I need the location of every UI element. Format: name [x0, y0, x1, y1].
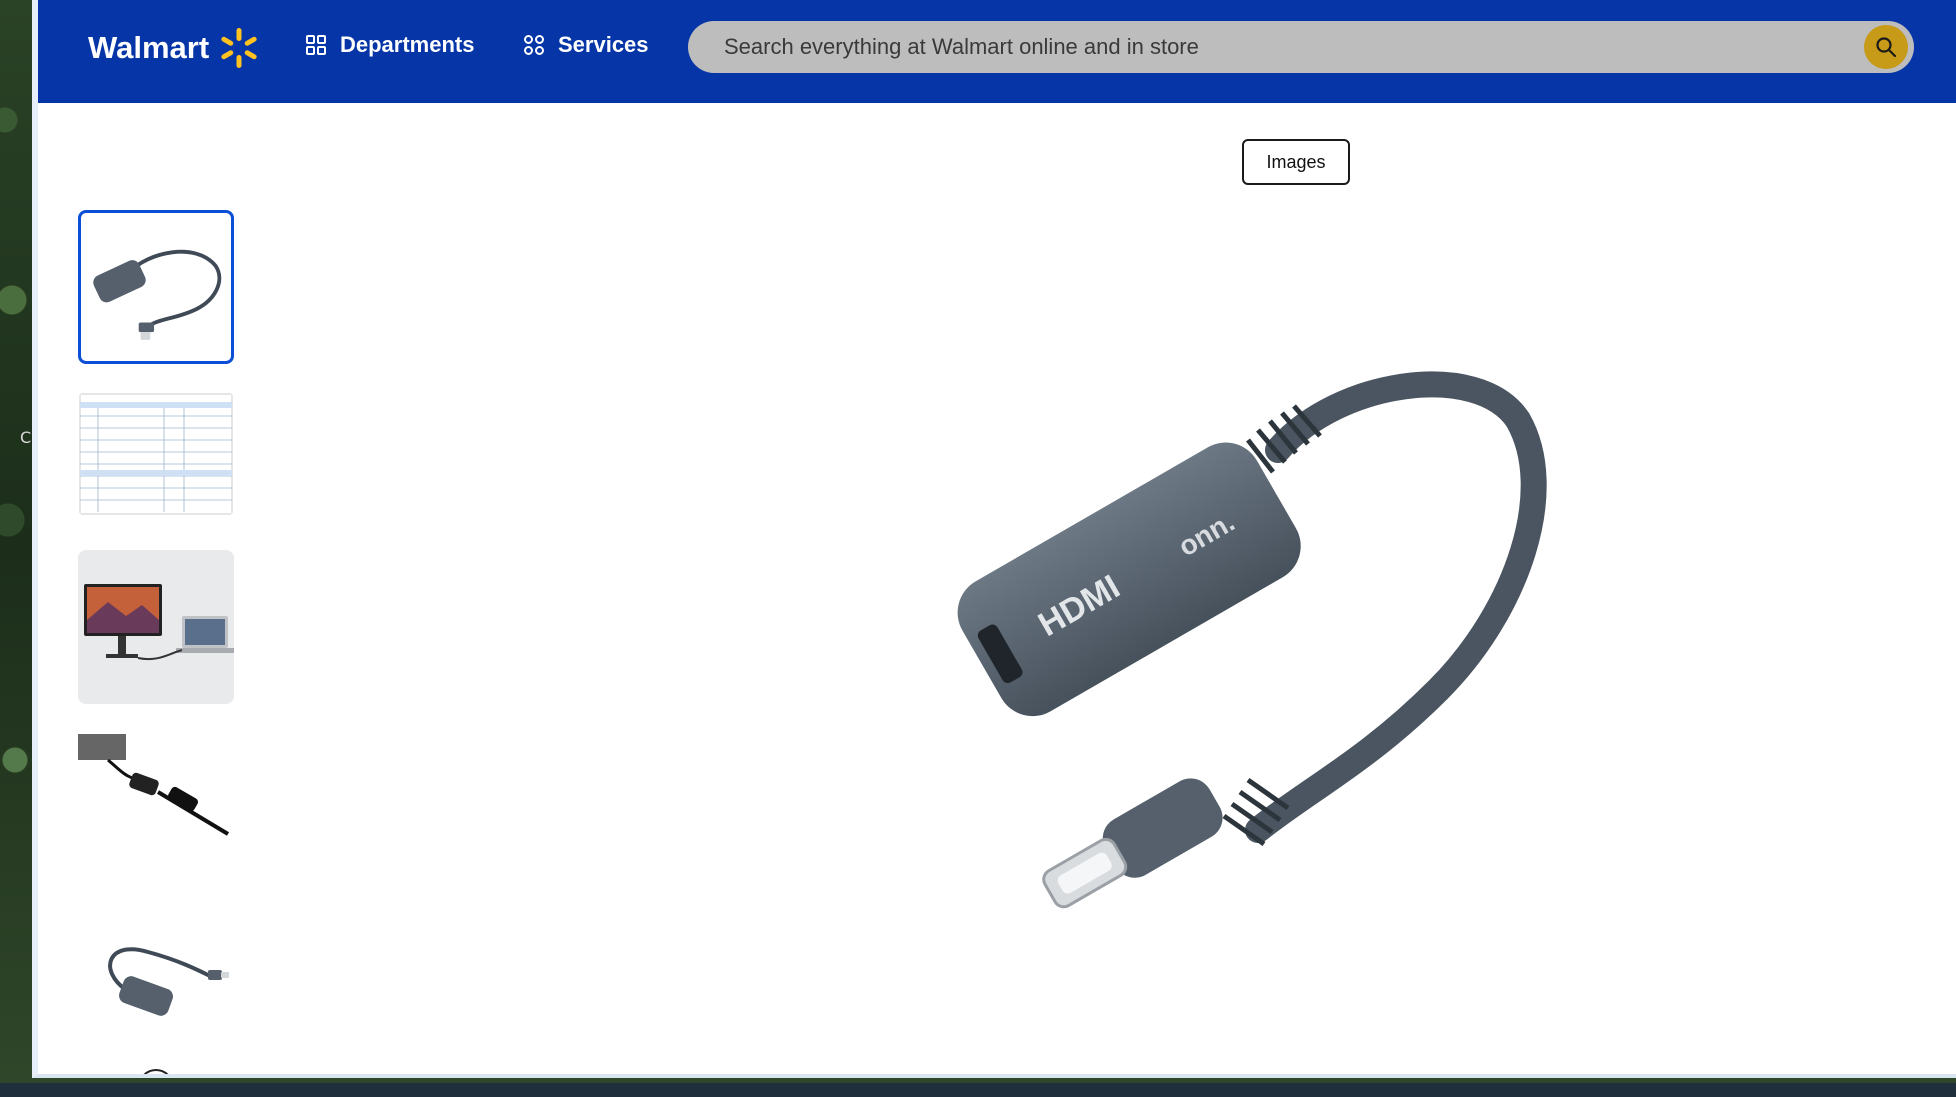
services-grid-icon — [524, 35, 544, 55]
desktop-icon-label: C — [20, 428, 32, 447]
brand-name: Walmart — [88, 30, 210, 65]
search-icon — [1876, 37, 1897, 58]
thumbnail-item[interactable] — [78, 890, 234, 1044]
search-input[interactable] — [688, 21, 1828, 73]
browser-window: Walmart Departments Services Search ever… — [32, 0, 1956, 1078]
hdmi-adapter-image: HDMI onn. — [957, 371, 1547, 909]
connected-adapter-thumbnail — [78, 734, 230, 836]
grid-icon — [306, 35, 326, 55]
thumbnail-item[interactable] — [78, 550, 234, 704]
more-thumbnails-button[interactable] — [138, 1069, 174, 1074]
departments-button[interactable]: Departments — [304, 32, 474, 58]
main-product-image: HDMI onn. — [918, 360, 1738, 940]
departments-label: Departments — [340, 32, 475, 57]
walmart-logo[interactable]: Walmart — [88, 26, 261, 70]
site-header: Walmart Departments Services Search ever… — [38, 0, 1956, 103]
images-tab[interactable]: Images — [1242, 139, 1350, 185]
thumbnail-item[interactable] — [78, 210, 234, 364]
taskbar — [0, 1083, 1956, 1097]
thumbnail-item[interactable] — [78, 392, 234, 516]
services-label: Services — [558, 32, 649, 57]
adapter-side-thumbnail — [108, 947, 229, 1016]
adapter-thumbnail-image — [93, 249, 222, 340]
thumbnail-item[interactable] — [78, 720, 234, 874]
spark-icon — [221, 28, 257, 68]
setup-thumbnail-image — [78, 550, 234, 704]
search-button[interactable] — [1864, 25, 1908, 69]
search-bar — [688, 21, 1914, 73]
services-button[interactable]: Services — [522, 32, 649, 58]
compatibility-chart-thumbnail — [79, 393, 233, 515]
